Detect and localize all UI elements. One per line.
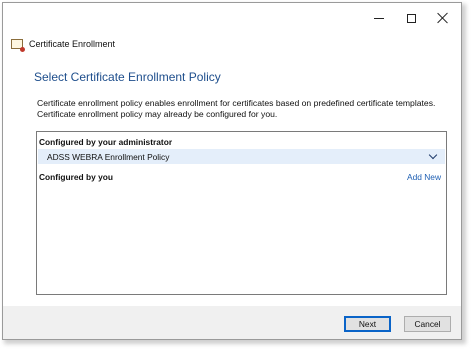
chevron-down-icon[interactable] — [428, 150, 438, 160]
minimize-icon — [374, 17, 384, 19]
user-section-header: Configured by you — [39, 172, 113, 182]
maximize-button[interactable] — [395, 3, 427, 33]
close-icon — [437, 12, 449, 24]
certificate-icon — [11, 39, 25, 52]
page-description: Certificate enrollment policy enables en… — [37, 98, 436, 119]
cancel-button[interactable]: Cancel — [404, 316, 451, 332]
next-button[interactable]: Next — [344, 316, 391, 332]
maximize-icon — [406, 13, 416, 23]
policy-item-label: ADSS WEBRA Enrollment Policy — [47, 151, 170, 162]
dialog-footer: Next Cancel — [3, 306, 461, 339]
title-bar[interactable] — [3, 3, 461, 33]
page-title: Select Certificate Enrollment Policy — [34, 70, 221, 84]
dialog-window: Certificate Enrollment Select Certificat… — [2, 2, 462, 340]
close-button[interactable] — [427, 3, 459, 33]
policy-item[interactable]: ADSS WEBRA Enrollment Policy — [38, 149, 445, 164]
app-header: Certificate Enrollment — [11, 36, 115, 52]
policy-list: Configured by your administrator ADSS WE… — [36, 131, 447, 295]
app-title: Certificate Enrollment — [29, 39, 116, 49]
add-new-link[interactable]: Add New — [407, 170, 441, 184]
minimize-button[interactable] — [363, 3, 395, 33]
wizard-content: Certificate Enrollment Select Certificat… — [3, 33, 461, 306]
admin-section-header: Configured by your administrator — [39, 137, 173, 147]
